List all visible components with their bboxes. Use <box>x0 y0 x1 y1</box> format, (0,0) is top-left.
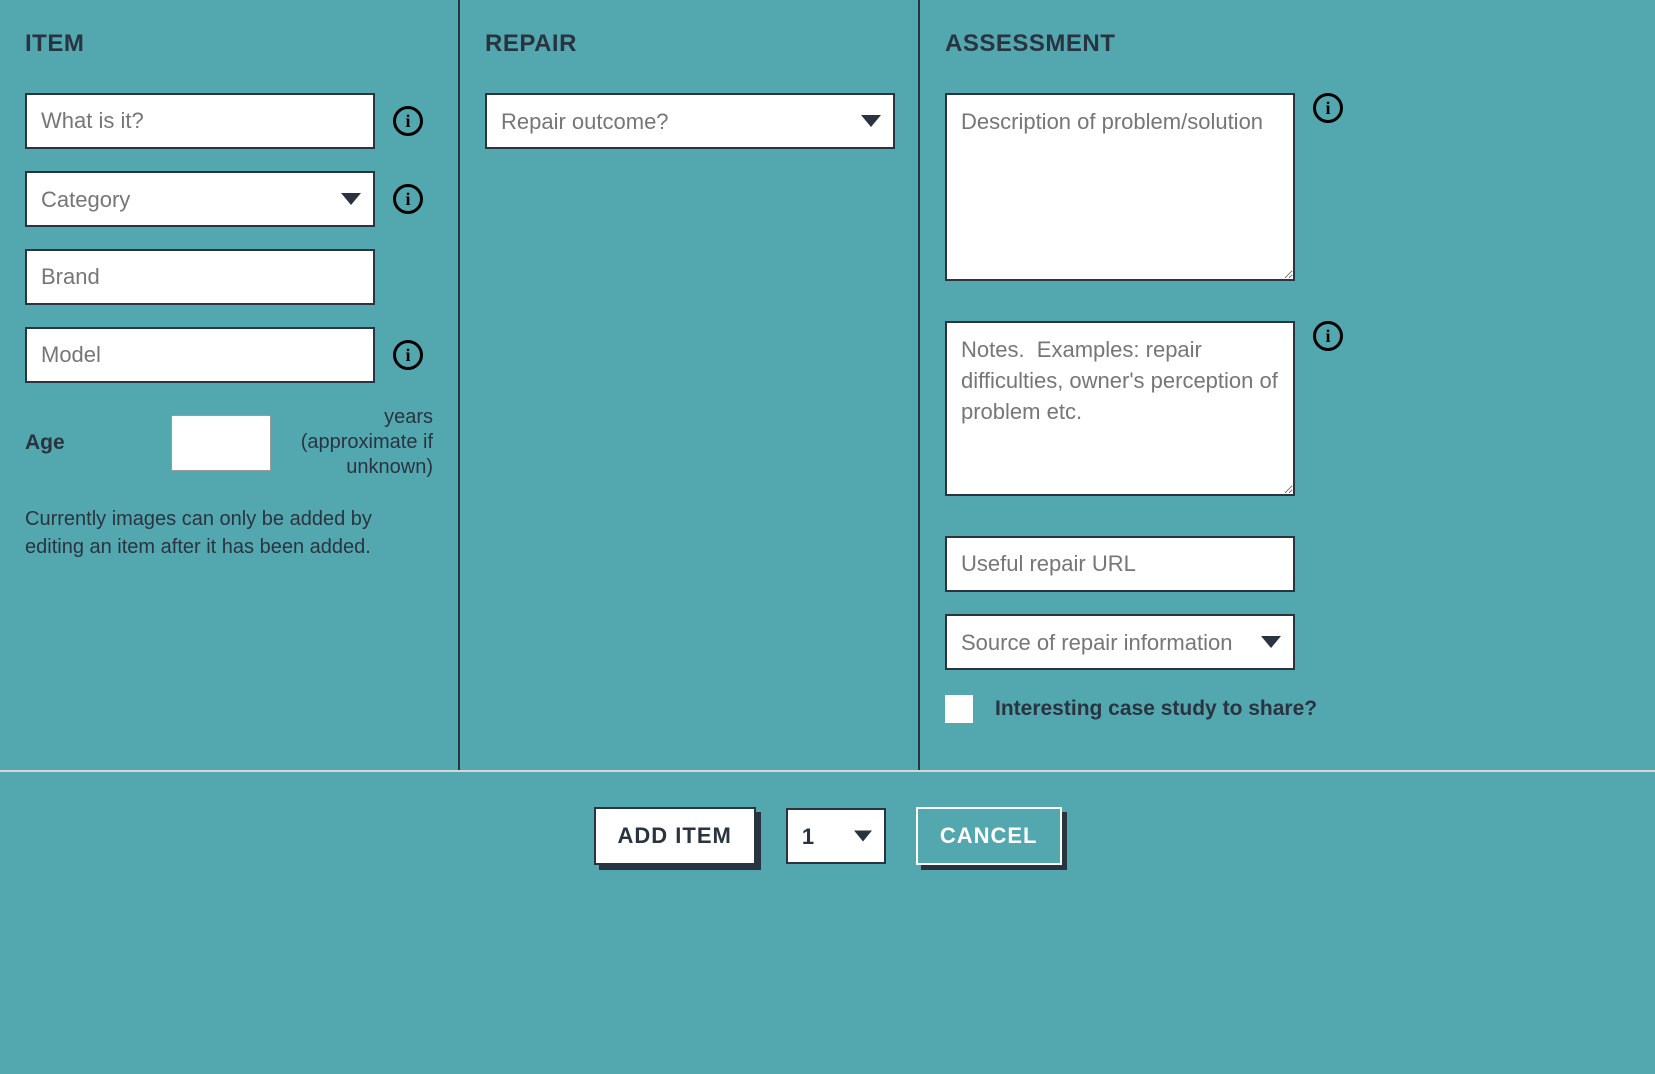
spacer <box>1368 0 1655 770</box>
image-upload-note: Currently images can only be added by ed… <box>25 505 433 561</box>
category-select[interactable]: Category <box>25 171 375 227</box>
column-item: ITEM i Category i i Age years (app <box>0 0 460 770</box>
category-select-wrap: Category <box>25 171 375 227</box>
repair-url-row <box>945 536 1343 592</box>
quantity-wrap: 1 <box>786 808 886 864</box>
info-icon[interactable]: i <box>393 184 423 214</box>
source-row: Source of repair information <box>945 614 1343 670</box>
source-select-wrap: Source of repair information <box>945 614 1295 670</box>
column-repair: REPAIR Repair outcome? <box>460 0 920 770</box>
column-assessment: ASSESSMENT i i Source of repair informat… <box>920 0 1368 770</box>
source-select[interactable]: Source of repair information <box>945 614 1295 670</box>
cancel-button[interactable]: CANCEL <box>916 807 1062 865</box>
age-input[interactable] <box>171 415 271 471</box>
item-heading: ITEM <box>25 30 433 58</box>
case-study-checkbox[interactable] <box>945 695 973 723</box>
description-row: i <box>945 93 1343 281</box>
repair-heading: REPAIR <box>485 30 893 58</box>
age-hint: years (approximate if unknown) <box>289 405 433 480</box>
model-input[interactable] <box>25 327 375 383</box>
repair-outcome-row: Repair outcome? <box>485 93 893 149</box>
assessment-heading: ASSESSMENT <box>945 30 1343 58</box>
chevron-down-icon <box>854 831 872 842</box>
brand-input[interactable] <box>25 249 375 305</box>
info-icon[interactable]: i <box>393 106 423 136</box>
what-is-it-input[interactable] <box>25 93 375 149</box>
age-label: Age <box>25 431 65 455</box>
case-study-label: Interesting case study to share? <box>995 697 1317 721</box>
notes-row: i <box>945 321 1343 496</box>
form-area: ITEM i Category i i Age years (app <box>0 0 1655 770</box>
brand-row <box>25 249 433 305</box>
notes-textarea[interactable] <box>945 321 1295 496</box>
age-row: Age years (approximate if unknown) <box>25 405 433 480</box>
repair-outcome-select[interactable]: Repair outcome? <box>485 93 895 149</box>
info-icon[interactable]: i <box>1313 93 1343 123</box>
category-row: Category i <box>25 171 433 227</box>
add-item-button[interactable]: ADD ITEM <box>594 807 756 865</box>
model-row: i <box>25 327 433 383</box>
repair-url-input[interactable] <box>945 536 1295 592</box>
footer: ADD ITEM 1 CANCEL <box>0 772 1655 910</box>
what-is-it-row: i <box>25 93 433 149</box>
info-icon[interactable]: i <box>393 340 423 370</box>
case-study-row: Interesting case study to share? <box>945 695 1343 723</box>
info-icon[interactable]: i <box>1313 321 1343 351</box>
description-textarea[interactable] <box>945 93 1295 281</box>
repair-outcome-wrap: Repair outcome? <box>485 93 895 149</box>
